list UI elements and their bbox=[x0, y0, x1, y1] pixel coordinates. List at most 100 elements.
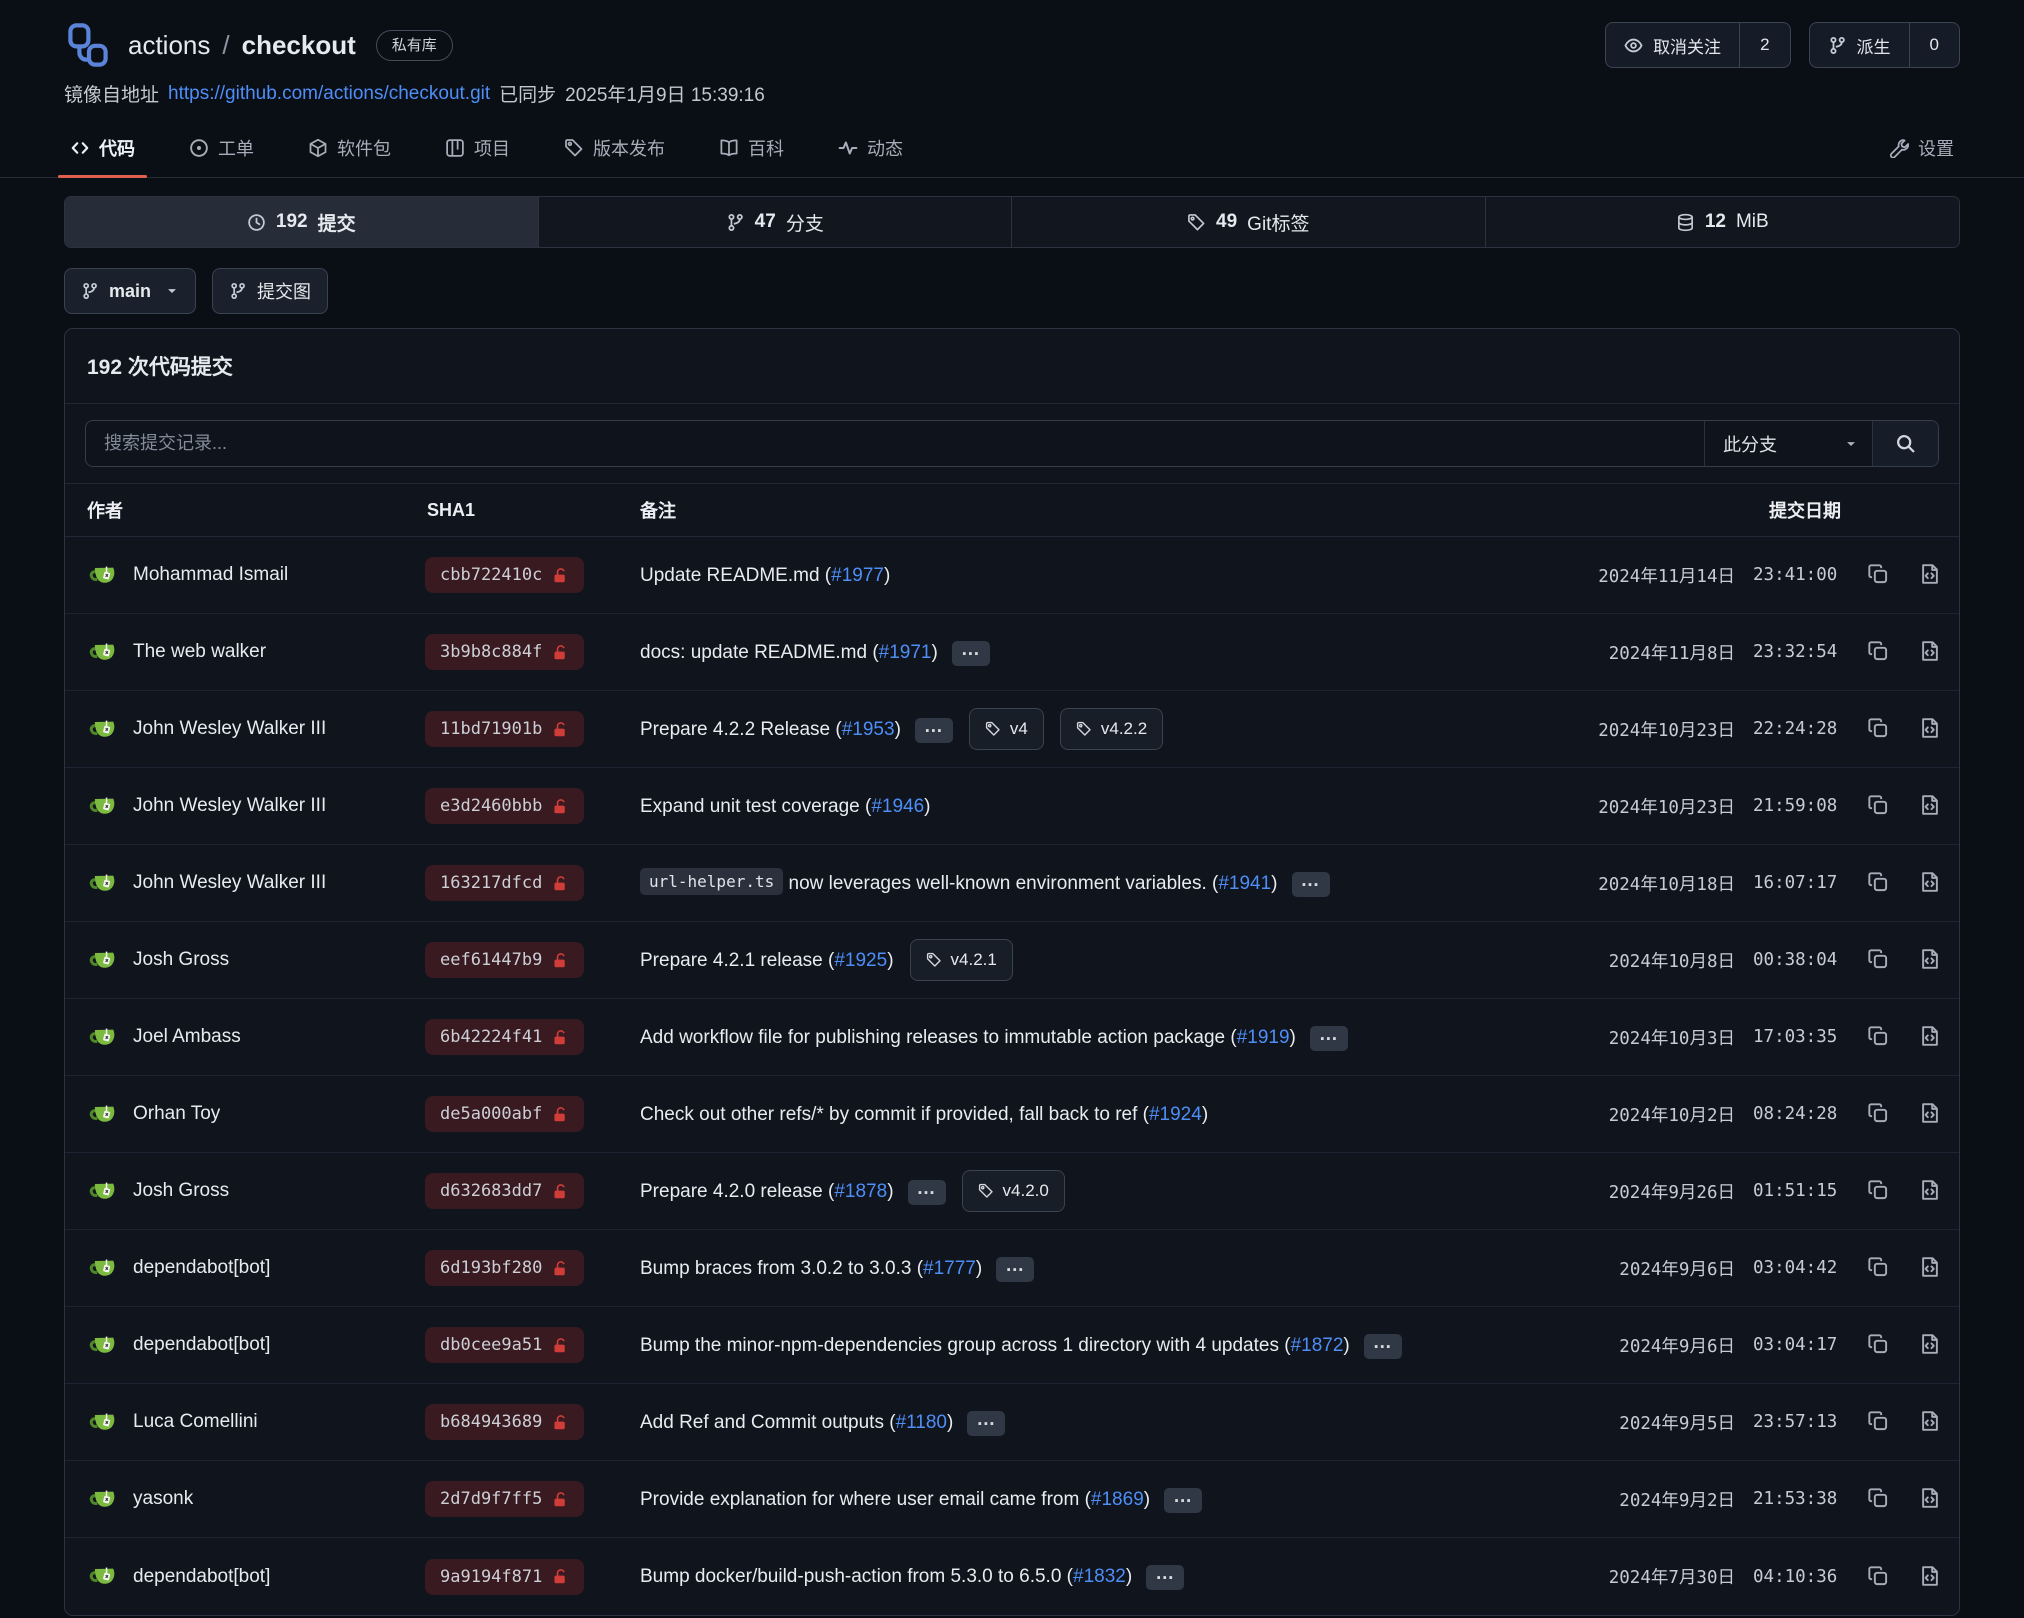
commit-author-link[interactable]: Mohammad Ismail bbox=[133, 564, 288, 586]
search-button[interactable] bbox=[1872, 421, 1938, 466]
browse-source-button[interactable] bbox=[1919, 794, 1943, 818]
commit-sha-badge[interactable]: 163217dfcd bbox=[425, 865, 584, 901]
commit-sha-badge[interactable]: b684943689 bbox=[425, 1404, 584, 1440]
browse-source-button[interactable] bbox=[1919, 1025, 1943, 1049]
pr-link[interactable]: #1941 bbox=[1218, 873, 1271, 894]
commit-author-link[interactable]: Luca Comellini bbox=[133, 1411, 258, 1433]
commit-author-link[interactable]: dependabot[bot] bbox=[133, 1566, 270, 1588]
copy-sha-button[interactable] bbox=[1867, 1565, 1891, 1589]
commit-sha-badge[interactable]: 9a9194f871 bbox=[425, 1559, 584, 1595]
commit-sha-badge[interactable]: db0cee9a51 bbox=[425, 1327, 584, 1363]
pr-link[interactable]: #1872 bbox=[1291, 1335, 1344, 1356]
user-avatar[interactable] bbox=[87, 636, 120, 669]
expand-commit-button[interactable]: … bbox=[915, 718, 953, 743]
branch-filter-select[interactable]: 此分支 bbox=[1704, 421, 1872, 466]
browse-source-button[interactable] bbox=[1919, 563, 1943, 587]
version-tag-chip[interactable]: v4.2.1 bbox=[910, 939, 1013, 981]
tab-wiki[interactable]: 百科 bbox=[713, 125, 790, 177]
stat-tags[interactable]: 49Git标签 bbox=[1012, 197, 1486, 247]
commit-author-link[interactable]: John Wesley Walker III bbox=[133, 795, 326, 817]
expand-commit-button[interactable]: … bbox=[952, 641, 990, 666]
browse-source-button[interactable] bbox=[1919, 1333, 1943, 1357]
version-tag-chip[interactable]: v4 bbox=[969, 708, 1044, 750]
user-avatar[interactable] bbox=[87, 1483, 120, 1516]
stat-size[interactable]: 12MiB bbox=[1486, 197, 1960, 247]
commit-sha-badge[interactable]: e3d2460bbb bbox=[425, 788, 584, 824]
copy-sha-button[interactable] bbox=[1867, 717, 1891, 741]
copy-sha-button[interactable] bbox=[1867, 1025, 1891, 1049]
commit-author-link[interactable]: Josh Gross bbox=[133, 949, 229, 971]
expand-commit-button[interactable]: … bbox=[1164, 1488, 1202, 1513]
tab-activity[interactable]: 动态 bbox=[832, 125, 909, 177]
pr-link[interactable]: #1971 bbox=[879, 642, 932, 663]
commit-author-link[interactable]: The web walker bbox=[133, 641, 266, 663]
copy-sha-button[interactable] bbox=[1867, 794, 1891, 818]
expand-commit-button[interactable]: … bbox=[1292, 872, 1330, 897]
site-logo-icon[interactable] bbox=[64, 21, 112, 69]
pr-link[interactable]: #1180 bbox=[896, 1412, 947, 1433]
tab-projects[interactable]: 项目 bbox=[439, 125, 516, 177]
pr-link[interactable]: #1777 bbox=[923, 1258, 976, 1279]
browse-source-button[interactable] bbox=[1919, 640, 1943, 664]
pr-link[interactable]: #1832 bbox=[1073, 1566, 1126, 1587]
commit-search-input[interactable] bbox=[86, 421, 1704, 466]
commit-author-link[interactable]: dependabot[bot] bbox=[133, 1334, 270, 1356]
copy-sha-button[interactable] bbox=[1867, 948, 1891, 972]
tab-issues[interactable]: 工单 bbox=[183, 125, 260, 177]
expand-commit-button[interactable]: … bbox=[1146, 1565, 1184, 1590]
pr-link[interactable]: #1953 bbox=[842, 719, 895, 740]
user-avatar[interactable] bbox=[87, 1252, 120, 1285]
pr-link[interactable]: #1946 bbox=[871, 796, 924, 817]
tab-settings[interactable]: 设置 bbox=[1883, 125, 1960, 177]
repo-owner-link[interactable]: actions bbox=[128, 30, 210, 61]
commit-sha-badge[interactable]: 6d193bf280 bbox=[425, 1250, 584, 1286]
user-avatar[interactable] bbox=[87, 1560, 120, 1593]
commit-sha-badge[interactable]: de5a000abf bbox=[425, 1096, 584, 1132]
version-tag-chip[interactable]: v4.2.0 bbox=[962, 1170, 1065, 1212]
unwatch-button[interactable]: 取消关注 2 bbox=[1605, 22, 1790, 68]
user-avatar[interactable] bbox=[87, 1406, 120, 1439]
copy-sha-button[interactable] bbox=[1867, 1333, 1891, 1357]
commit-sha-badge[interactable]: cbb722410c bbox=[425, 557, 584, 593]
copy-sha-button[interactable] bbox=[1867, 1179, 1891, 1203]
expand-commit-button[interactable]: … bbox=[1364, 1334, 1402, 1359]
repo-name-link[interactable]: checkout bbox=[242, 30, 356, 61]
user-avatar[interactable] bbox=[87, 1175, 120, 1208]
user-avatar[interactable] bbox=[87, 1098, 120, 1131]
stat-branches[interactable]: 47分支 bbox=[539, 197, 1013, 247]
user-avatar[interactable] bbox=[87, 944, 120, 977]
fork-count[interactable]: 0 bbox=[1909, 23, 1959, 67]
expand-commit-button[interactable]: … bbox=[996, 1257, 1034, 1282]
pr-link[interactable]: #1977 bbox=[831, 565, 884, 586]
copy-sha-button[interactable] bbox=[1867, 563, 1891, 587]
commit-graph-button[interactable]: 提交图 bbox=[212, 268, 328, 314]
user-avatar[interactable] bbox=[87, 1021, 120, 1054]
commit-author-link[interactable]: Orhan Toy bbox=[133, 1103, 220, 1125]
browse-source-button[interactable] bbox=[1919, 1102, 1943, 1126]
expand-commit-button[interactable]: … bbox=[1310, 1026, 1348, 1051]
mirror-url-link[interactable]: https://github.com/actions/checkout.git bbox=[168, 83, 490, 105]
watch-count[interactable]: 2 bbox=[1739, 23, 1789, 67]
pr-link[interactable]: #1919 bbox=[1237, 1027, 1290, 1048]
pr-link[interactable]: #1924 bbox=[1149, 1104, 1202, 1125]
browse-source-button[interactable] bbox=[1919, 1410, 1943, 1434]
user-avatar[interactable] bbox=[87, 713, 120, 746]
version-tag-chip[interactable]: v4.2.2 bbox=[1060, 708, 1163, 750]
fork-button[interactable]: 派生 0 bbox=[1809, 22, 1960, 68]
expand-commit-button[interactable]: … bbox=[908, 1180, 946, 1205]
user-avatar[interactable] bbox=[87, 1329, 120, 1362]
browse-source-button[interactable] bbox=[1919, 1565, 1943, 1589]
pr-link[interactable]: #1878 bbox=[834, 1181, 887, 1202]
user-avatar[interactable] bbox=[87, 559, 120, 592]
browse-source-button[interactable] bbox=[1919, 1179, 1943, 1203]
stat-commits[interactable]: 192提交 bbox=[65, 197, 539, 247]
copy-sha-button[interactable] bbox=[1867, 1102, 1891, 1126]
pr-link[interactable]: #1869 bbox=[1091, 1489, 1144, 1510]
user-avatar[interactable] bbox=[87, 867, 120, 900]
commit-author-link[interactable]: dependabot[bot] bbox=[133, 1257, 270, 1279]
branch-selector[interactable]: main bbox=[64, 268, 196, 314]
browse-source-button[interactable] bbox=[1919, 717, 1943, 741]
commit-sha-badge[interactable]: 6b42224f41 bbox=[425, 1019, 584, 1055]
tab-releases[interactable]: 版本发布 bbox=[558, 125, 671, 177]
browse-source-button[interactable] bbox=[1919, 871, 1943, 895]
